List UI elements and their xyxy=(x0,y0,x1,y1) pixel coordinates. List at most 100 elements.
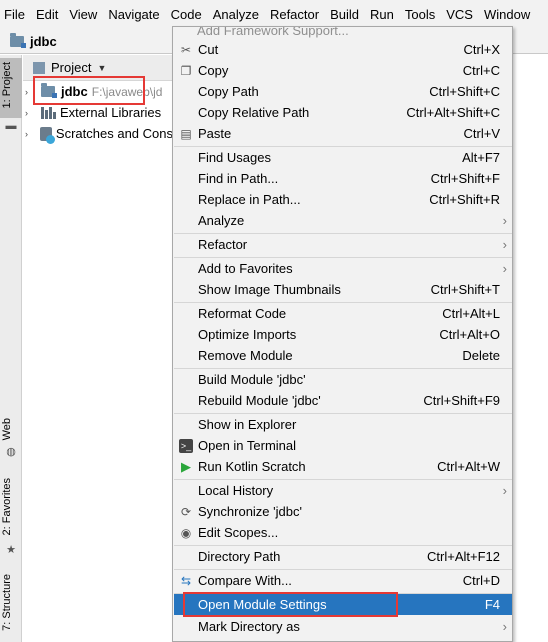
menu-item-label: Compare With... xyxy=(198,573,292,588)
globe-icon: ◍ xyxy=(6,446,16,458)
menu-item-label: Show in Explorer xyxy=(198,417,297,432)
menu-item-label: Find in Path... xyxy=(198,171,279,186)
menu-item-label: Show Image Thumbnails xyxy=(198,282,341,297)
copy-icon: ❐ xyxy=(180,63,192,78)
chevron-right-icon[interactable]: › xyxy=(25,108,35,118)
menu-item-shortcut: Ctrl+Shift+F xyxy=(430,171,500,186)
project-panel: Project ▼ › jdbc F:\javaweb\jd › Externa… xyxy=(23,55,173,642)
menu-item-label: Synchronize 'jdbc' xyxy=(198,504,302,519)
terminal-icon: >_ xyxy=(179,438,193,453)
menu-item-edit-scopes[interactable]: ◉ Edit Scopes... xyxy=(174,522,512,543)
menu-item-shortcut: Ctrl+Alt+W xyxy=(437,459,500,474)
star-icon: ★ xyxy=(6,544,16,556)
run-icon: ▶ xyxy=(181,458,191,474)
tree-item-external-libraries[interactable]: › External Libraries xyxy=(23,102,173,123)
menu-item-replace-in-path[interactable]: Replace in Path... Ctrl+Shift+R xyxy=(174,189,512,210)
menu-item-shortcut: Ctrl+Shift+C xyxy=(429,84,500,99)
menu-item-show-in-explorer[interactable]: Show in Explorer xyxy=(174,414,512,435)
menu-item-copy-path[interactable]: Copy Path Ctrl+Shift+C xyxy=(174,81,512,102)
submenu-arrow-icon: › xyxy=(502,619,507,634)
tree-item-label: Scratches and Cons xyxy=(55,126,173,141)
menu-item-shortcut: Ctrl+D xyxy=(462,573,500,588)
tree-item-label: External Libraries xyxy=(60,105,162,120)
menu-item-find-in-path[interactable]: Find in Path... Ctrl+Shift+F xyxy=(174,168,512,189)
menu-item-shortcut: Alt+F7 xyxy=(462,150,500,165)
menu-navigate[interactable]: Navigate xyxy=(103,0,165,30)
menu-item-compare-with[interactable]: ⇆ Compare With... Ctrl+D xyxy=(174,570,512,591)
menu-item-shortcut: Ctrl+Alt+Shift+C xyxy=(406,105,500,120)
menu-item-shortcut: Ctrl+Shift+F9 xyxy=(423,393,500,408)
structure-tool-label[interactable]: 7: Structure xyxy=(1,574,21,631)
menu-item-copy-relative-path[interactable]: Copy Relative Path Ctrl+Alt+Shift+C xyxy=(174,102,512,123)
project-view-icon xyxy=(33,61,45,74)
scissors-icon: ✂ xyxy=(180,42,192,57)
sync-icon: ⟳ xyxy=(180,504,192,519)
menu-item-copy[interactable]: ❐ Copy Ctrl+C xyxy=(174,60,512,81)
chevron-down-icon[interactable]: ▼ xyxy=(97,63,106,73)
menu-item-show-image-thumbnails[interactable]: Show Image Thumbnails Ctrl+Shift+T xyxy=(174,279,512,300)
tree-item-scratches[interactable]: › Scratches and Cons xyxy=(23,123,173,144)
menu-item-label: Local History xyxy=(198,483,274,498)
submenu-arrow-icon: › xyxy=(502,483,507,498)
menu-item-label: Add to Favorites xyxy=(198,261,293,276)
menu-item-label: Cut xyxy=(198,42,219,57)
menu-item-mark-directory-as[interactable]: Mark Directory as › xyxy=(174,616,512,637)
submenu-arrow-icon: › xyxy=(502,213,507,228)
menu-item-shortcut: Ctrl+C xyxy=(462,63,500,78)
menu-item-label: Run Kotlin Scratch xyxy=(198,459,306,474)
menu-item-label: Find Usages xyxy=(198,150,271,165)
menu-item-synchronize[interactable]: ⟳ Synchronize 'jdbc' xyxy=(174,501,512,522)
menu-item-label: Copy Relative Path xyxy=(198,105,310,120)
menu-item-shortcut: Delete xyxy=(462,348,500,363)
breadcrumb-project[interactable]: jdbc xyxy=(30,34,57,49)
menu-item-open-in-terminal[interactable]: >_ Open in Terminal xyxy=(174,435,512,456)
menu-item-local-history[interactable]: Local History › xyxy=(174,480,512,501)
menu-item-label: Refactor xyxy=(198,237,248,252)
menu-edit[interactable]: Edit xyxy=(31,0,64,30)
scratches-icon xyxy=(39,126,56,144)
menu-item-label: Rebuild Module 'jdbc' xyxy=(198,393,321,408)
menu-item-add-to-favorites[interactable]: Add to Favorites › xyxy=(174,258,512,279)
menu-item-cut[interactable]: ✂ Cut Ctrl+X xyxy=(174,39,512,60)
favorites-tool-label[interactable]: 2: Favorites xyxy=(1,478,21,535)
web-tool-label[interactable]: Web xyxy=(1,418,21,440)
menu-item-run-kotlin-scratch[interactable]: ▶ Run Kotlin Scratch Ctrl+Alt+W xyxy=(174,456,512,477)
menu-item-analyze[interactable]: Analyze › xyxy=(174,210,512,231)
menu-item-label: Open in Terminal xyxy=(198,438,297,453)
menu-view[interactable]: View xyxy=(64,0,103,30)
menu-item-label: Optimize Imports xyxy=(198,327,297,342)
library-icon xyxy=(41,106,57,119)
scopes-icon: ◉ xyxy=(180,525,192,540)
menu-item-label: Analyze xyxy=(198,213,245,228)
menu-item-optimize-imports[interactable]: Optimize Imports Ctrl+Alt+O xyxy=(174,324,512,345)
menu-item-label: Paste xyxy=(198,126,232,141)
menu-item-label: Directory Path xyxy=(198,549,281,564)
menu-item-shortcut: Ctrl+Shift+R xyxy=(429,192,500,207)
menu-item-label: Copy Path xyxy=(198,84,259,99)
menu-item-directory-path[interactable]: Directory Path Ctrl+Alt+F12 xyxy=(174,546,512,567)
menu-item-refactor[interactable]: Refactor › xyxy=(174,234,512,255)
menu-item-label: Build Module 'jdbc' xyxy=(198,372,306,387)
menu-item-shortcut: Ctrl+Alt+L xyxy=(442,306,500,321)
menu-item-build-module[interactable]: Build Module 'jdbc' xyxy=(174,369,512,390)
folder-tool-icon: ▬ xyxy=(5,120,17,132)
menu-item-reformat-code[interactable]: Reformat Code Ctrl+Alt+L xyxy=(174,303,512,324)
menu-item-label: Replace in Path... xyxy=(198,192,301,207)
menu-item-shortcut: Ctrl+V xyxy=(463,126,500,141)
project-tool-label[interactable]: 1: Project xyxy=(1,62,21,108)
submenu-arrow-icon: › xyxy=(502,261,507,276)
menu-item-shortcut: F4 xyxy=(484,597,500,612)
menu-item-remove-module[interactable]: Remove Module Delete xyxy=(174,345,512,366)
menu-item-shortcut: Ctrl+Alt+F12 xyxy=(427,549,500,564)
menu-item-label: Copy xyxy=(198,63,229,78)
menu-item-label: Remove Module xyxy=(198,348,293,363)
menu-item-label: Reformat Code xyxy=(198,306,287,321)
compare-icon: ⇆ xyxy=(180,573,192,588)
menu-item-rebuild-module[interactable]: Rebuild Module 'jdbc' Ctrl+Shift+F9 xyxy=(174,390,512,411)
menu-item-paste[interactable]: ▤ Paste Ctrl+V xyxy=(174,123,512,144)
annotation-box-module-settings xyxy=(183,592,398,617)
project-view-label: Project xyxy=(51,60,92,75)
menu-item-find-usages[interactable]: Find Usages Alt+F7 xyxy=(174,147,512,168)
chevron-right-icon[interactable]: › xyxy=(25,129,34,139)
menu-file[interactable]: File xyxy=(0,0,31,30)
